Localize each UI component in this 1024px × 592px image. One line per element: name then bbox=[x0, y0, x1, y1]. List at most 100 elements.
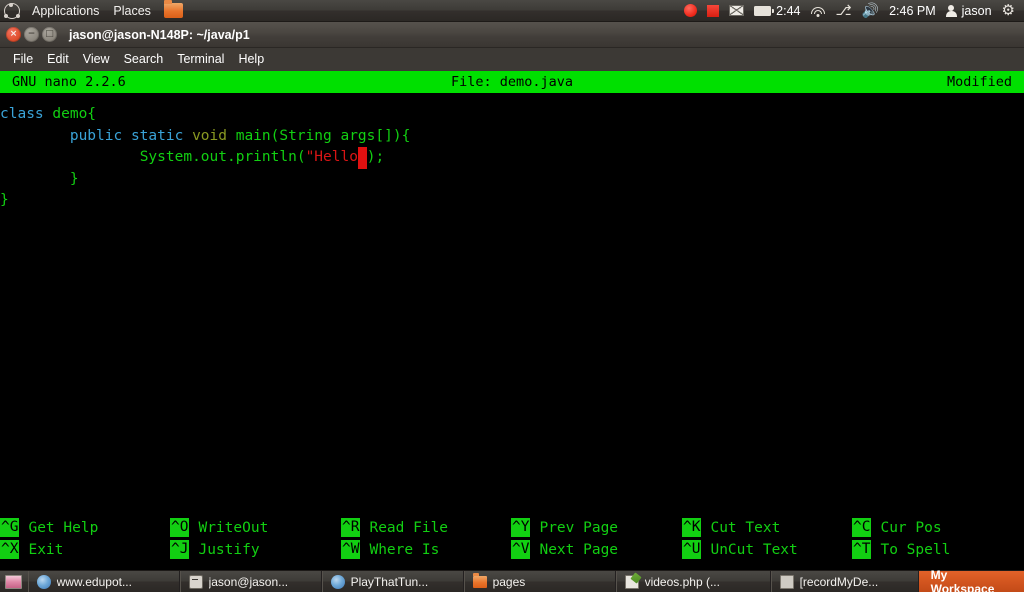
taskbar-item-label: www.edupot... bbox=[56, 574, 132, 589]
code-token: System.out.println( bbox=[139, 149, 306, 165]
shortcut-cur-pos[interactable]: ^C Cur Pos bbox=[852, 518, 942, 537]
shortcut-prev-page[interactable]: ^Y Prev Page bbox=[511, 518, 618, 537]
taskbar-item[interactable]: PlayThatTun... bbox=[321, 570, 464, 592]
shortcut-where-is[interactable]: ^W Where Is bbox=[341, 540, 439, 559]
folder-icon[interactable] bbox=[163, 0, 183, 18]
shortcut-get-help[interactable]: ^G Get Help bbox=[0, 518, 98, 537]
record-stop-icon[interactable] bbox=[702, 0, 724, 22]
shortcut-row-1: ^G Get Help ^O WriteOut ^R Read File ^Y Prev Pa… bbox=[0, 518, 1024, 539]
code-line: } bbox=[0, 169, 1024, 191]
doc-icon bbox=[624, 574, 639, 589]
clock[interactable]: 2:46 PM bbox=[884, 0, 941, 22]
maximize-icon: □ bbox=[45, 29, 54, 39]
volume-icon[interactable]: 🔊 bbox=[857, 0, 884, 22]
system-tray: 2:44 ⎇ 🔊 2:46 PM jason ⚙ bbox=[679, 0, 1024, 22]
taskbar: www.edupot... jason@jason... PlayThatTun..… bbox=[0, 568, 1024, 592]
shortcut-to-spell[interactable]: ^T To Spell bbox=[852, 540, 950, 559]
shortcut-key: ^O bbox=[170, 518, 190, 537]
battery-indicator[interactable]: 2:44 bbox=[749, 0, 805, 22]
top-panel-left: Applications Places bbox=[0, 0, 183, 22]
taskbar-item[interactable]: [recordMyDe... bbox=[770, 570, 919, 592]
menu-search[interactable]: Search bbox=[117, 48, 171, 71]
close-button[interactable]: × bbox=[6, 27, 21, 42]
shortcut-exit[interactable]: ^X Exit bbox=[0, 540, 63, 559]
taskbar-item[interactable]: pages bbox=[463, 570, 616, 592]
shortcut-label: Next Page bbox=[539, 541, 619, 558]
record-circle-icon[interactable] bbox=[679, 0, 702, 22]
shortcut-row-2: ^X Exit ^J Justify ^W Where Is ^V Next Page ^U Un… bbox=[0, 540, 1024, 561]
win-icon bbox=[779, 574, 794, 589]
code-token: class bbox=[0, 106, 53, 122]
battery-icon bbox=[754, 5, 775, 16]
shortcut-label: Prev Page bbox=[539, 519, 619, 536]
code-token: } bbox=[0, 192, 9, 208]
shortcut-key: ^K bbox=[682, 518, 702, 537]
shortcut-read-file[interactable]: ^R Read File bbox=[341, 518, 448, 537]
shortcut-key: ^J bbox=[170, 540, 190, 559]
clock-label: 2:46 PM bbox=[889, 3, 936, 18]
shortcut-uncut-text[interactable]: ^U UnCut Text bbox=[682, 540, 798, 559]
code-line: } bbox=[0, 190, 1024, 212]
text-cursor: " bbox=[357, 147, 367, 169]
shortcut-key: ^W bbox=[341, 540, 361, 559]
taskbar-item[interactable]: videos.php (... bbox=[615, 570, 771, 592]
code-token: public static bbox=[69, 127, 193, 144]
nano-editor-area[interactable]: class demo{ public static void main(Stri… bbox=[0, 93, 1024, 510]
shortcut-label: UnCut Text bbox=[710, 541, 798, 558]
shortcut-label: Where Is bbox=[369, 541, 440, 558]
top-panel: Applications Places 2:44 ⎇ 🔊 2:46 PM jas… bbox=[0, 0, 1024, 22]
wifi-icon[interactable] bbox=[806, 0, 831, 22]
taskbar-item-label: pages bbox=[492, 574, 526, 589]
nano-title-bar: GNU nano 2.2.6 File: demo.java Modified bbox=[0, 71, 1024, 93]
menu-file[interactable]: File bbox=[6, 48, 40, 71]
minimize-button[interactable]: − bbox=[24, 27, 39, 42]
terminal-menubar: File Edit View Search Terminal Help bbox=[0, 48, 1024, 71]
taskbar-item[interactable]: jason@jason... bbox=[179, 570, 322, 592]
mail-envelope-icon[interactable] bbox=[724, 0, 749, 22]
ff-icon bbox=[36, 574, 51, 589]
user-icon bbox=[945, 4, 957, 17]
menu-edit[interactable]: Edit bbox=[40, 48, 76, 71]
menu-applications[interactable]: Applications bbox=[25, 0, 106, 22]
shortcut-label: Cur Pos bbox=[880, 519, 942, 536]
term-icon bbox=[188, 574, 203, 589]
taskbar-item-label: PlayThatTun... bbox=[350, 574, 429, 589]
taskbar-item-label: videos.php (... bbox=[644, 574, 720, 589]
menu-view[interactable]: View bbox=[76, 48, 117, 71]
nano-shortcut-bar: ^G Get Help ^O WriteOut ^R Read File ^Y Prev Pa… bbox=[0, 510, 1024, 572]
code-token: } bbox=[0, 170, 79, 187]
taskbar-item-label: jason@jason... bbox=[208, 574, 289, 589]
shortcut-key: ^Y bbox=[511, 518, 531, 537]
folder-icon bbox=[472, 573, 487, 588]
nano-version: GNU nano 2.2.6 bbox=[12, 74, 126, 90]
window-title: jason@jason-N148P: ~/java/p1 bbox=[69, 27, 250, 42]
shortcut-label: Get Help bbox=[28, 519, 99, 536]
user-menu[interactable]: jason bbox=[941, 0, 997, 22]
shortcut-cut-text[interactable]: ^K Cut Text bbox=[682, 518, 780, 537]
shortcut-key: ^R bbox=[341, 518, 361, 537]
shortcut-justify[interactable]: ^J Justify bbox=[170, 540, 260, 559]
code-token: "Hello bbox=[305, 149, 358, 165]
nano-file-label: File: demo.java bbox=[451, 74, 573, 90]
shortcut-next-page[interactable]: ^V Next Page bbox=[511, 540, 618, 559]
ubuntu-logo-icon[interactable] bbox=[4, 2, 20, 19]
code-line: class demo{ bbox=[0, 104, 1024, 126]
maximize-button[interactable]: □ bbox=[42, 27, 57, 42]
show-desktop-icon[interactable] bbox=[5, 574, 22, 589]
taskbar-item[interactable]: www.edupot... bbox=[27, 570, 180, 592]
window-titlebar[interactable]: × − □ jason@jason-N148P: ~/java/p1 bbox=[0, 22, 1024, 48]
workspace-switcher[interactable]: My Workspace bbox=[918, 568, 1024, 592]
shortcut-writeout[interactable]: ^O WriteOut bbox=[170, 518, 268, 537]
menu-help[interactable]: Help bbox=[231, 48, 271, 71]
menu-terminal[interactable]: Terminal bbox=[170, 48, 231, 71]
shortcut-label: Read File bbox=[369, 519, 449, 536]
shortcut-key: ^G bbox=[0, 518, 20, 537]
menu-places[interactable]: Places bbox=[106, 0, 158, 22]
code-token: main(String args[]){ bbox=[235, 127, 411, 144]
shortcut-label: WriteOut bbox=[198, 519, 269, 536]
bluetooth-icon[interactable]: ⎇ bbox=[831, 0, 857, 22]
ff-icon bbox=[330, 574, 345, 589]
gear-icon[interactable]: ⚙ bbox=[997, 0, 1020, 22]
